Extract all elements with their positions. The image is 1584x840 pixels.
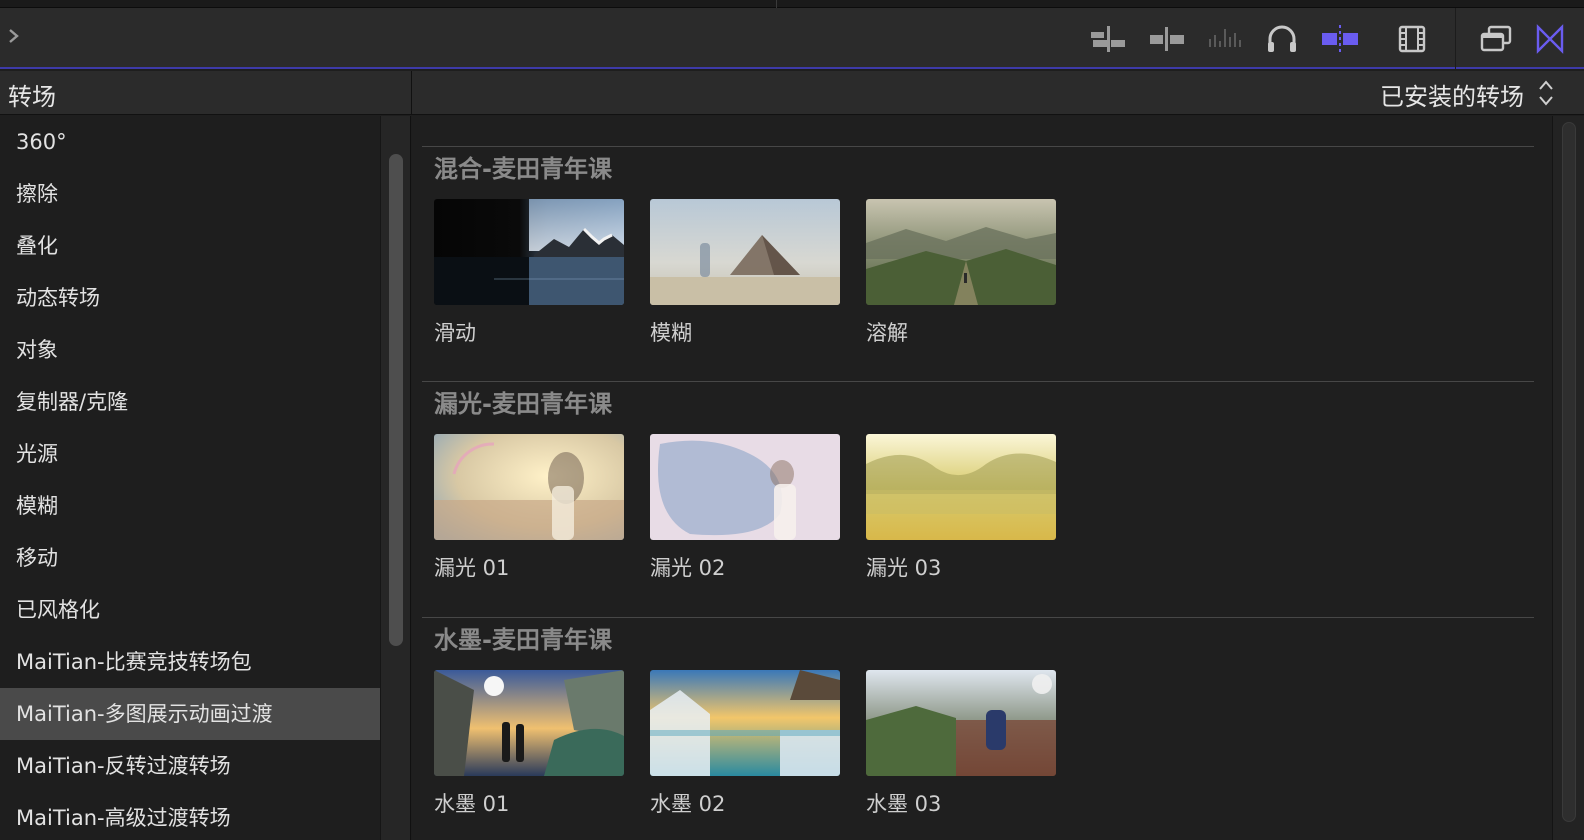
transition-group: 漏光-麦田青年课 漏光 01 漏光 02 漏光 03 bbox=[422, 381, 1534, 580]
thumbnail-label: 水墨 01 bbox=[434, 792, 510, 816]
window-icon[interactable] bbox=[1476, 22, 1516, 56]
thumbnail-image bbox=[434, 199, 624, 305]
transition-group: 混合-麦田青年课 滑动 模糊 溶解 bbox=[422, 146, 1534, 345]
sidebar-item-maitian-multi-image[interactable]: MaiTian-多图展示动画过渡 bbox=[0, 688, 380, 740]
thumbnail-label: 漏光 02 bbox=[650, 556, 726, 580]
audio-waveform-icon[interactable] bbox=[1205, 22, 1245, 56]
thumbnail-image bbox=[434, 434, 624, 540]
transition-thumbnail[interactable]: 水墨 03 bbox=[866, 670, 1056, 818]
thumbnail-label: 水墨 03 bbox=[866, 792, 942, 816]
sidebar-item-dissolve[interactable]: 叠化 bbox=[0, 220, 380, 272]
thumbnail-image bbox=[650, 670, 840, 776]
installed-transitions-filter[interactable]: 已安装的转场 bbox=[1380, 77, 1524, 112]
group-title: 水墨-麦田青年课 bbox=[434, 626, 612, 654]
transition-thumbnail[interactable]: 模糊 bbox=[650, 199, 840, 347]
sidebar-item-objects[interactable]: 对象 bbox=[0, 324, 380, 376]
transition-group: 水墨-麦田青年课 水墨 01 水墨 02 水墨 03 bbox=[422, 617, 1534, 816]
toolbar bbox=[0, 8, 1584, 69]
thumbnail-image bbox=[866, 670, 1056, 776]
thumbnail-label: 滑动 bbox=[434, 321, 476, 345]
group-divider bbox=[422, 146, 1534, 147]
browser-scrollbar-thumb[interactable] bbox=[1562, 122, 1576, 822]
thumbnail-label: 溶解 bbox=[866, 321, 908, 345]
thumbnail-image bbox=[866, 434, 1056, 540]
transition-thumbnail[interactable]: 水墨 01 bbox=[434, 670, 624, 818]
snapping-icon[interactable] bbox=[1320, 22, 1360, 56]
thumbnail-image bbox=[650, 199, 840, 305]
chevron-right-icon[interactable] bbox=[6, 24, 26, 50]
transitions-browser: 混合-麦田青年课 滑动 模糊 溶解 漏光-麦田青年课 漏光 01 漏光 02 漏… bbox=[412, 116, 1552, 840]
toolbar-divider bbox=[1455, 8, 1456, 69]
sidebar-item-maitian-advanced[interactable]: MaiTian-高级过渡转场 bbox=[0, 792, 380, 840]
thumbnail-label: 漏光 01 bbox=[434, 556, 510, 580]
sidebar-item-360[interactable]: 360° bbox=[0, 116, 380, 168]
sidebar-item-movements[interactable]: 移动 bbox=[0, 532, 380, 584]
transition-thumbnail[interactable]: 漏光 03 bbox=[866, 434, 1056, 582]
thumbnail-image bbox=[434, 670, 624, 776]
sidebar-item-blurs[interactable]: 模糊 bbox=[0, 480, 380, 532]
sidebar-item-dynamic[interactable]: 动态转场 bbox=[0, 272, 380, 324]
thumbnail-image bbox=[866, 199, 1056, 305]
transition-thumbnail[interactable]: 漏光 01 bbox=[434, 434, 624, 582]
top-strip bbox=[0, 0, 1584, 8]
group-title: 漏光-麦田青年课 bbox=[434, 390, 612, 418]
top-strip-divider bbox=[776, 0, 777, 8]
panel-header-divider bbox=[411, 71, 412, 115]
transitions-icon[interactable] bbox=[1530, 22, 1570, 56]
headphones-icon[interactable] bbox=[1262, 22, 1302, 56]
group-divider bbox=[422, 617, 1534, 618]
thumbnail-image bbox=[650, 434, 840, 540]
insert-icon[interactable] bbox=[1147, 22, 1187, 56]
thumbnail-label: 水墨 02 bbox=[650, 792, 726, 816]
thumbnail-label: 漏光 03 bbox=[866, 556, 942, 580]
category-sidebar: 360° 擦除 叠化 动态转场 对象 复制器/克隆 光源 模糊 移动 已风格化 … bbox=[0, 116, 380, 840]
sidebar-item-stylized[interactable]: 已风格化 bbox=[0, 584, 380, 636]
sidebar-item-wipe[interactable]: 擦除 bbox=[0, 168, 380, 220]
transition-thumbnail[interactable]: 滑动 bbox=[434, 199, 624, 347]
sidebar-item-lights[interactable]: 光源 bbox=[0, 428, 380, 480]
thumbnail-label: 模糊 bbox=[650, 321, 692, 345]
sidebar-scrollbar[interactable] bbox=[380, 116, 411, 840]
transition-thumbnail[interactable]: 溶解 bbox=[866, 199, 1056, 347]
append-icon[interactable] bbox=[1088, 22, 1128, 56]
transition-thumbnail[interactable]: 水墨 02 bbox=[650, 670, 840, 818]
transition-thumbnail[interactable]: 漏光 02 bbox=[650, 434, 840, 582]
browser-scrollbar[interactable] bbox=[1552, 116, 1584, 840]
sidebar-scrollbar-thumb[interactable] bbox=[389, 154, 403, 646]
sidebar-item-replicator[interactable]: 复制器/克隆 bbox=[0, 376, 380, 428]
group-title: 混合-麦田青年课 bbox=[434, 155, 612, 183]
panel-title: 转场 bbox=[8, 83, 56, 111]
sidebar-item-maitian-sports[interactable]: MaiTian-比赛竞技转场包 bbox=[0, 636, 380, 688]
sidebar-item-maitian-reverse[interactable]: MaiTian-反转过渡转场 bbox=[0, 740, 380, 792]
filmstrip-icon[interactable] bbox=[1392, 22, 1432, 56]
panel-header: 转场 已安装的转场 bbox=[0, 71, 1584, 115]
group-divider bbox=[422, 381, 1534, 382]
up-down-chevron-icon[interactable] bbox=[1538, 79, 1554, 107]
